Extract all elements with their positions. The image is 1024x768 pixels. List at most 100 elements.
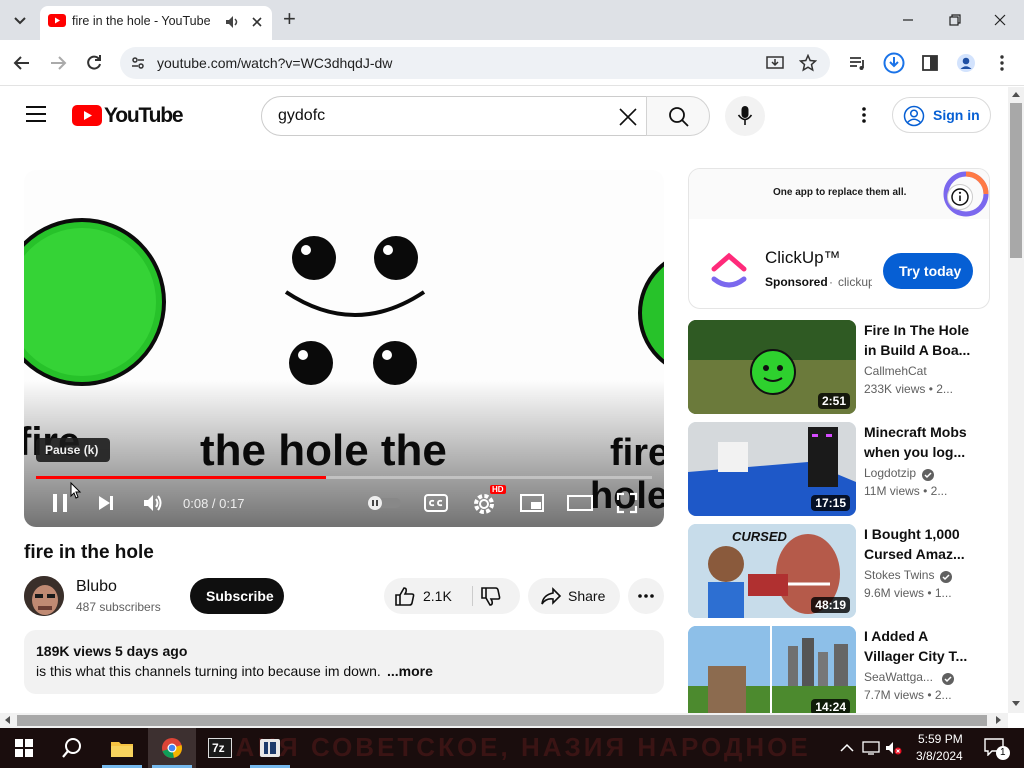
start-button[interactable] — [0, 728, 48, 768]
recommended-video[interactable]: CURSED 48:19 I Bought 1,000 Cursed Amaz.… — [688, 524, 988, 618]
address-bar[interactable]: youtube.com/watch?v=WC3dhqdJ-dw — [120, 47, 830, 79]
scroll-left-arrow-icon[interactable] — [4, 716, 12, 724]
taskbar-chrome[interactable] — [148, 728, 196, 768]
next-video-icon[interactable] — [96, 493, 116, 513]
mouse-cursor-icon — [70, 481, 82, 499]
description-box[interactable]: 189K views 5 days ago is this what this … — [24, 630, 664, 694]
tab-search-button[interactable] — [8, 8, 32, 32]
video-title: fire in the hole — [24, 542, 154, 563]
sign-in-button[interactable]: Sign in — [892, 97, 991, 133]
theater-mode-icon[interactable] — [567, 494, 593, 512]
profile-icon[interactable] — [956, 53, 976, 73]
channel-name[interactable]: Blubo — [76, 578, 117, 596]
pause-icon[interactable] — [50, 492, 70, 514]
clock-time[interactable]: 5:59 PM — [918, 732, 963, 746]
install-app-icon[interactable] — [766, 54, 784, 72]
video-thumbnail[interactable]: 17:15 — [688, 422, 856, 516]
scroll-up-arrow-icon[interactable] — [1012, 91, 1020, 99]
taskbar-7zip[interactable]: 7z — [196, 728, 244, 768]
clear-search-icon[interactable] — [618, 107, 638, 127]
browser-toolbar: youtube.com/watch?v=WC3dhqdJ-dw — [0, 40, 1024, 86]
youtube-favicon-icon — [48, 14, 66, 27]
horizontal-scrollbar[interactable] — [0, 713, 1008, 728]
ad-info-button[interactable] — [947, 184, 973, 210]
audio-playing-icon[interactable] — [224, 14, 240, 30]
restore-icon[interactable] — [947, 12, 963, 28]
url-text: youtube.com/watch?v=WC3dhqdJ-dw — [157, 55, 393, 71]
close-window-icon[interactable] — [992, 12, 1008, 28]
taskbar-file-explorer[interactable] — [98, 728, 146, 768]
side-panel-icon[interactable] — [920, 53, 940, 73]
notification-center-button[interactable]: 1 — [978, 732, 1018, 764]
progress-bar[interactable] — [36, 476, 652, 479]
autoplay-toggle-icon[interactable] — [366, 495, 402, 511]
youtube-play-logo-icon — [72, 105, 102, 126]
sponsored-ad-card[interactable]: One app to replace them all. ClickUp™ Sp… — [688, 168, 990, 309]
active-tab[interactable]: fire in the hole - YouTube — [40, 6, 272, 40]
chrome-menu-icon[interactable] — [992, 53, 1012, 73]
video-thumbnail[interactable]: CURSED 48:19 — [688, 524, 856, 618]
media-controls-icon[interactable] — [848, 53, 868, 73]
clock-date[interactable]: 3/8/2024 — [916, 749, 963, 763]
vertical-scroll-thumb[interactable] — [1010, 103, 1022, 258]
hamburger-menu-icon[interactable] — [25, 105, 47, 123]
video-meta: 7.7M views • 2... — [864, 688, 952, 702]
reload-icon[interactable] — [84, 53, 104, 73]
settings-more-icon[interactable] — [854, 105, 874, 125]
ad-brand-name: ClickUp™ — [765, 248, 841, 267]
search-button[interactable] — [646, 96, 710, 136]
more-actions-button[interactable] — [628, 578, 664, 614]
upload-age: 5 days ago — [115, 643, 188, 659]
thumbs-up-icon — [395, 587, 415, 606]
scroll-down-arrow-icon[interactable] — [1012, 699, 1020, 707]
youtube-logo[interactable]: YouTube — [72, 104, 184, 128]
video-player[interactable]: fire the hole the fire hole Pause (k) 0:… — [24, 170, 664, 527]
taskbar-search-button[interactable] — [48, 728, 96, 768]
try-today-button[interactable]: Try today — [883, 253, 973, 289]
video-thumbnail[interactable]: 2:51 — [688, 320, 856, 414]
close-tab-icon[interactable] — [249, 14, 265, 30]
like-count: 2.1K — [423, 588, 452, 604]
search-box[interactable]: gydofc — [261, 96, 647, 136]
share-button[interactable]: Share — [528, 578, 620, 614]
notification-badge: 1 — [996, 746, 1010, 760]
video-thumbnail[interactable]: 14:24 — [688, 626, 856, 713]
download-icon[interactable] — [883, 52, 905, 74]
recommended-video[interactable]: 2:51 Fire In The Hole in Build A Boa... … — [688, 320, 988, 414]
voice-search-button[interactable] — [725, 96, 765, 136]
volume-icon[interactable] — [142, 492, 164, 514]
recommended-video[interactable]: 17:15 Minecraft Mobs when you log... Log… — [688, 422, 988, 516]
channel-avatar[interactable] — [24, 576, 64, 616]
recommended-video[interactable]: 14:24 I Added A Villager City T... SeaWa… — [688, 626, 988, 713]
caption-text-main: the hole the — [200, 426, 447, 475]
vertical-scrollbar[interactable] — [1008, 87, 1024, 713]
network-icon[interactable] — [862, 740, 880, 756]
info-icon — [951, 188, 969, 206]
description-more-link[interactable]: ...more — [387, 663, 433, 679]
forward-arrow-icon[interactable] — [48, 53, 68, 73]
search-input[interactable]: gydofc — [278, 107, 325, 125]
captions-icon[interactable] — [424, 492, 448, 514]
description-text: is this what this channels turning into … — [36, 663, 381, 679]
bookmark-star-icon[interactable] — [799, 54, 817, 72]
minimize-icon[interactable] — [900, 12, 916, 28]
fullscreen-icon[interactable] — [616, 492, 638, 514]
miniplayer-icon[interactable] — [520, 493, 544, 513]
like-button[interactable]: 2.1K — [384, 578, 472, 614]
new-tab-button[interactable]: + — [283, 6, 296, 32]
hd-badge: HD — [490, 485, 506, 494]
taskbar-app[interactable] — [246, 728, 294, 768]
share-icon — [541, 587, 562, 605]
video-title: I Added A Villager City T... — [864, 628, 968, 664]
back-arrow-icon[interactable] — [12, 53, 32, 73]
volume-muted-icon[interactable] — [884, 740, 902, 756]
scroll-right-arrow-icon[interactable] — [994, 716, 1002, 724]
thumbs-down-icon[interactable] — [480, 587, 502, 607]
like-dislike-group: 2.1K — [384, 578, 520, 614]
horizontal-scroll-thumb[interactable] — [17, 715, 987, 726]
tray-chevron-up-icon[interactable] — [840, 742, 854, 754]
video-title: I Bought 1,000 Cursed Amaz... — [864, 526, 965, 562]
subscribe-button[interactable]: Subscribe — [190, 578, 284, 614]
site-settings-icon[interactable] — [130, 55, 146, 71]
ad-banner-text: One app to replace them all. — [773, 187, 907, 198]
